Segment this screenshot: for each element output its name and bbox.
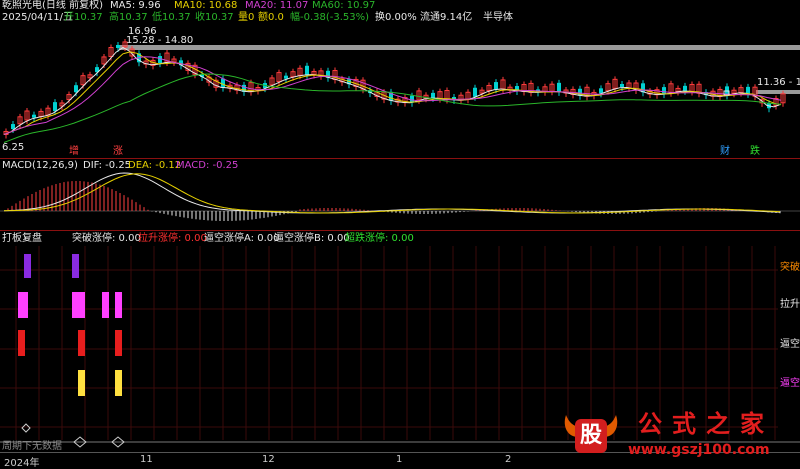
marker-die: 跌	[750, 146, 760, 157]
panel-divider	[0, 158, 800, 159]
no-data-label: 周期下无数据	[2, 441, 62, 452]
ma10-value: MA10: 10.68	[174, 0, 238, 11]
ma20-value: MA20: 11.07	[245, 0, 309, 11]
quote-turnover: 换0.00%	[375, 12, 417, 23]
quote-sector: 半导体	[483, 12, 513, 23]
watermark-url: www.gszj100.com	[628, 442, 770, 458]
ma5-value: MA5: 9.96	[110, 0, 161, 11]
axis-tick: 2	[505, 454, 512, 465]
quote-low: 低10.37	[152, 12, 191, 23]
signal-squeeze-a: 逼空涨停A: 0.00	[204, 233, 280, 244]
quote-amount: 额0.0	[258, 12, 284, 23]
resistance-band-right	[756, 90, 800, 94]
ma60-value: MA60: 10.97	[312, 0, 376, 11]
signal-bars	[18, 254, 122, 396]
signal-right-label-2: 拉升	[780, 299, 800, 310]
macd-dea: DEA: -0.12	[128, 160, 182, 171]
range-label: 15.28 - 14.80	[126, 35, 194, 46]
quote-float: 流通9.14亿	[420, 12, 473, 23]
marker-cai: 财	[720, 146, 730, 157]
quote-change: 幅-0.38(-3.53%)	[290, 12, 370, 23]
axis-tick: 11	[140, 454, 153, 465]
quote-volume: 量0	[238, 12, 255, 23]
candlesticks	[3, 38, 786, 139]
axis-tick: 2024年	[4, 458, 40, 469]
macd-histogram	[7, 181, 781, 221]
quote-date: 2025/04/11/五	[2, 12, 74, 23]
signal-right-label-1: 突破	[780, 262, 800, 273]
panel-divider	[0, 230, 800, 231]
signal-indicator-name[interactable]: 打板复盘	[2, 233, 42, 245]
quote-high: 高10.37	[109, 12, 148, 23]
resistance-band	[119, 45, 800, 50]
macd-indicator-name[interactable]: MACD(12,26,9)	[2, 160, 78, 172]
signal-breakout: 突破涨停: 0.00	[72, 233, 141, 244]
axis-tick: 12	[262, 454, 275, 465]
signal-oversold: 超跌涨停: 0.00	[345, 233, 414, 244]
gszj-logo: 股	[560, 409, 622, 457]
right-range-label: 11.36 - 10.81	[757, 77, 800, 88]
low-price-label: 6.25	[2, 142, 25, 153]
axis-tick: 1	[396, 454, 403, 465]
quote-close: 收10.37	[195, 12, 234, 23]
watermark-title: 公式之家	[638, 410, 774, 438]
macd-value: MACD: -0.25	[176, 160, 239, 171]
logo-char: 股	[580, 423, 603, 448]
quote-open: 开10.37	[64, 12, 103, 23]
macd-dif: DIF: -0.25	[83, 160, 132, 171]
signal-right-label-4: 逼空	[780, 378, 800, 389]
signal-right-label-3: 逼空	[780, 339, 800, 350]
marker-zhang: 涨	[113, 146, 123, 157]
stock-title[interactable]: 乾照光电(日线 前复权)	[2, 0, 103, 12]
signal-squeeze-b: 逼空涨停B: 0.00	[274, 233, 350, 244]
marker-zeng: 增	[69, 146, 79, 157]
signal-pullup: 拉升涨停: 0.00	[138, 233, 207, 244]
